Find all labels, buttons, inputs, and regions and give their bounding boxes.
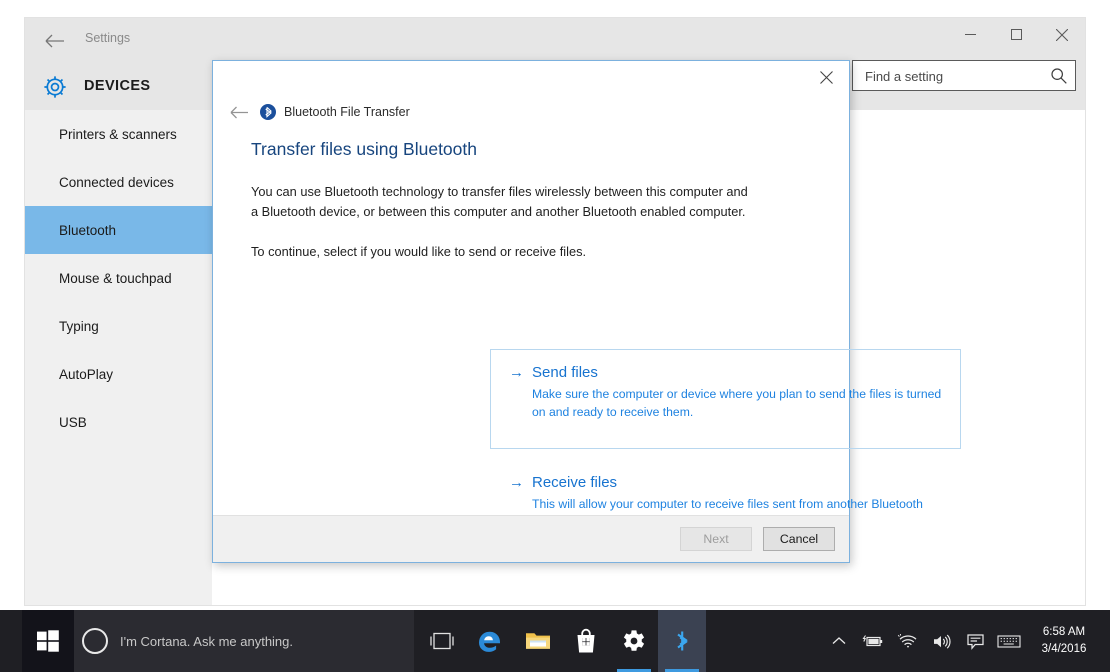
dialog-paragraph-1: You can use Bluetooth technology to tran… bbox=[251, 184, 748, 219]
chevron-up-icon[interactable] bbox=[822, 610, 856, 672]
taskbar: I'm Cortana. Ask me anything. 6:58 AM 3/… bbox=[0, 610, 1110, 672]
sidebar-item-label: Mouse & touchpad bbox=[59, 270, 172, 286]
dialog-body: Transfer files using Bluetooth You can u… bbox=[213, 139, 849, 259]
bluetooth-icon[interactable] bbox=[658, 610, 706, 672]
sidebar-item-mouse-touchpad[interactable]: Mouse & touchpad bbox=[25, 254, 212, 302]
sidebar-item-label: Typing bbox=[59, 318, 99, 334]
sidebar-item-label: USB bbox=[59, 414, 87, 430]
bluetooth-file-transfer-dialog: Bluetooth File Transfer Transfer files u… bbox=[212, 60, 961, 563]
minimize-button[interactable] bbox=[947, 18, 993, 51]
cancel-button[interactable]: Cancel bbox=[763, 527, 835, 551]
search-icon[interactable] bbox=[1050, 67, 1068, 85]
dialog-breadcrumb: Bluetooth File Transfer bbox=[213, 97, 849, 127]
send-files-header: → Send files bbox=[509, 364, 942, 381]
file-explorer-icon[interactable] bbox=[514, 610, 562, 672]
dialog-breadcrumb-label: Bluetooth File Transfer bbox=[284, 105, 410, 119]
window-controls bbox=[947, 18, 1085, 51]
dialog-paragraph-2: To continue, select if you would like to… bbox=[251, 243, 587, 259]
sidebar-item-label: Connected devices bbox=[59, 174, 174, 190]
sidebar: Printers & scanners Connected devices Bl… bbox=[25, 110, 212, 605]
send-files-description: Make sure the computer or device where y… bbox=[532, 387, 942, 420]
bluetooth-icon bbox=[259, 104, 276, 121]
search-input[interactable] bbox=[863, 61, 1047, 92]
task-view-icon[interactable] bbox=[418, 610, 466, 672]
keyboard-icon[interactable] bbox=[992, 610, 1026, 672]
taskbar-app-icons bbox=[418, 610, 706, 672]
settings-gear-icon[interactable] bbox=[610, 610, 658, 672]
sidebar-item-label: Printers & scanners bbox=[59, 126, 177, 142]
sidebar-item-printers-scanners[interactable]: Printers & scanners bbox=[25, 110, 212, 158]
cortana-circle-icon bbox=[82, 628, 108, 654]
show-desktop-button[interactable] bbox=[1102, 610, 1110, 672]
cortana-placeholder: I'm Cortana. Ask me anything. bbox=[120, 633, 294, 649]
page-title: DEVICES bbox=[84, 78, 151, 94]
dialog-close-icon[interactable] bbox=[804, 62, 848, 92]
dialog-footer: Next Cancel bbox=[213, 515, 849, 562]
clock-date: 3/4/2016 bbox=[1041, 643, 1087, 655]
window-titlebar: Settings bbox=[25, 18, 1085, 64]
store-icon[interactable] bbox=[562, 610, 610, 672]
system-tray: 6:58 AM 3/4/2016 bbox=[822, 610, 1110, 672]
screen: Settings DEVICES Find a setting Printers… bbox=[0, 0, 1110, 672]
arrow-right-icon: → bbox=[509, 364, 524, 381]
cortana-search-box[interactable]: I'm Cortana. Ask me anything. bbox=[74, 610, 414, 672]
next-button[interactable]: Next bbox=[680, 527, 752, 551]
arrow-right-icon: → bbox=[509, 474, 524, 491]
search-box[interactable] bbox=[852, 60, 1076, 92]
receive-files-header: → Receive files bbox=[509, 474, 942, 491]
action-center-icon[interactable] bbox=[958, 610, 992, 672]
sidebar-item-label: AutoPlay bbox=[59, 366, 114, 382]
sidebar-item-autoplay[interactable]: AutoPlay bbox=[25, 350, 212, 398]
back-arrow-icon[interactable] bbox=[37, 26, 73, 56]
sidebar-item-bluetooth[interactable]: Bluetooth bbox=[25, 206, 212, 254]
clock-time: 6:58 AM bbox=[1042, 626, 1086, 639]
window-title: Settings bbox=[85, 31, 131, 45]
send-files-option[interactable]: → Send files Make sure the computer or d… bbox=[490, 349, 961, 449]
dialog-options: → Send files Make sure the computer or d… bbox=[490, 349, 961, 537]
battery-icon[interactable] bbox=[856, 610, 890, 672]
maximize-button[interactable] bbox=[993, 18, 1039, 51]
sidebar-item-label: Bluetooth bbox=[59, 222, 117, 238]
close-button[interactable] bbox=[1039, 18, 1085, 51]
dialog-back-arrow-icon[interactable] bbox=[219, 106, 259, 119]
sidebar-item-usb[interactable]: USB bbox=[25, 398, 212, 446]
wifi-icon[interactable] bbox=[890, 610, 924, 672]
gear-icon bbox=[37, 69, 73, 105]
windows-start-icon[interactable] bbox=[22, 610, 74, 672]
edge-icon[interactable] bbox=[466, 610, 514, 672]
send-files-title: Send files bbox=[532, 364, 598, 381]
sidebar-item-typing[interactable]: Typing bbox=[25, 302, 212, 350]
volume-icon[interactable] bbox=[924, 610, 958, 672]
taskbar-clock[interactable]: 6:58 AM 3/4/2016 bbox=[1026, 610, 1102, 672]
dialog-heading: Transfer files using Bluetooth bbox=[251, 139, 477, 159]
receive-files-title: Receive files bbox=[532, 474, 618, 491]
sidebar-item-connected-devices[interactable]: Connected devices bbox=[25, 158, 212, 206]
